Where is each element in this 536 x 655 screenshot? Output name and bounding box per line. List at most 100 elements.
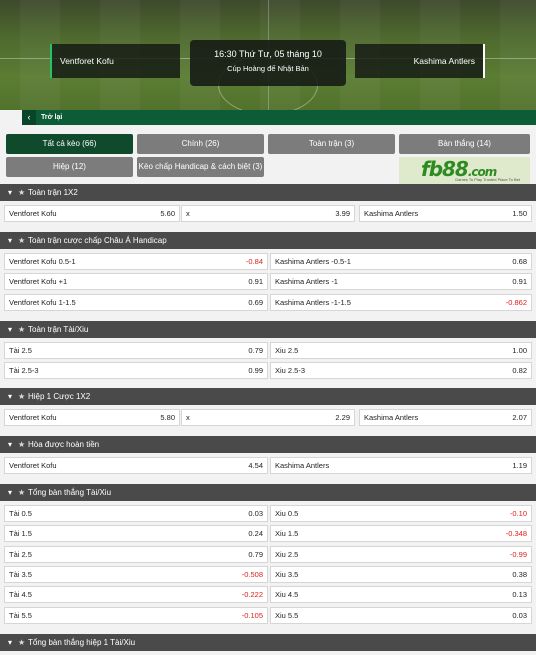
odds-value: 0.24 xyxy=(248,529,263,539)
odds-value: 2.29 xyxy=(335,413,350,422)
odds-cell[interactable]: Kashima Antlers 2.07 xyxy=(359,409,532,426)
away-team-name: Kashima Antlers xyxy=(413,56,475,66)
market-title: Toàn trận 1X2 xyxy=(28,188,78,197)
odds-cell[interactable]: x 3.99 xyxy=(181,205,355,222)
odds-cell[interactable]: Kashima Antlers -0.5-1 0.68 xyxy=(270,253,532,270)
odds-cell[interactable]: Xiu 2.5 1.00 xyxy=(270,342,532,359)
match-info: 16:30 Thứ Tư, 05 tháng 10 Cúp Hoàng đế N… xyxy=(190,40,346,86)
odds-cell[interactable]: Xiu 1.5 -0.348 xyxy=(270,525,532,543)
collapse-icon[interactable]: ▾ xyxy=(8,232,18,249)
selection-label: Xiu 5.5 xyxy=(275,610,299,620)
odds-cell[interactable]: Tài 3.5 -0.508 xyxy=(4,565,268,583)
odds-value: 0.99 xyxy=(248,366,263,376)
odds-value: 0.03 xyxy=(248,509,263,518)
market-title: Toàn trận cược chấp Châu Á Handicap xyxy=(28,236,167,245)
star-icon[interactable]: ★ xyxy=(18,232,28,249)
odds-cell[interactable]: Tài 5.5 -0.105 xyxy=(4,606,268,624)
tab-half[interactable]: Hiệp (12) xyxy=(6,157,133,177)
selection-label: Kashima Antlers xyxy=(275,461,330,470)
market-header[interactable]: ▾ ★ Toàn trận 1X2 xyxy=(0,184,536,201)
odds-cell[interactable]: Kashima Antlers -1-1.5 -0.862 xyxy=(270,293,532,311)
odds-value: -0.105 xyxy=(241,610,263,620)
selection-label: Ventforet Kofu xyxy=(9,209,57,218)
odds-value: 2.07 xyxy=(512,413,527,422)
tab-main[interactable]: Chính (26) xyxy=(137,134,264,154)
odds-cell[interactable]: Ventforet Kofu +1 0.91 xyxy=(4,273,268,291)
odds-value: 0.68 xyxy=(512,257,527,266)
tab-goals[interactable]: Bàn thắng (14) xyxy=(399,134,530,154)
collapse-icon[interactable]: ▾ xyxy=(8,321,18,338)
tab-all[interactable]: Tất cả kèo (66) xyxy=(6,134,133,154)
selection-label: x xyxy=(186,413,190,422)
odds-cell[interactable]: Xiu 3.5 0.38 xyxy=(270,565,532,583)
market-header[interactable]: ▾ ★ Hiệp 1 Cược 1X2 xyxy=(0,388,536,405)
selection-label: Ventforet Kofu xyxy=(9,413,57,422)
tab-handicap[interactable]: Kèo chấp Handicap & cách biệt (3) xyxy=(137,157,264,177)
collapse-icon[interactable]: ▾ xyxy=(8,634,18,651)
selection-label: Xiu 0.5 xyxy=(275,509,299,518)
odds-value: 0.13 xyxy=(512,590,527,600)
star-icon[interactable]: ★ xyxy=(18,634,28,651)
odds-value: 5.60 xyxy=(160,209,175,218)
odds-cell[interactable]: Kashima Antlers 1.50 xyxy=(359,205,532,222)
selection-label: Ventforet Kofu 0.5-1 xyxy=(9,257,76,266)
star-icon[interactable]: ★ xyxy=(18,388,28,405)
odds-cell[interactable]: x 2.29 xyxy=(181,409,355,426)
collapse-icon[interactable]: ▾ xyxy=(8,484,18,501)
odds-value: 5.80 xyxy=(160,413,175,422)
selection-label: Kashima Antlers -1-1.5 xyxy=(275,297,351,307)
collapse-icon[interactable]: ▾ xyxy=(8,436,18,453)
odds-cell[interactable]: Ventforet Kofu 1-1.5 0.69 xyxy=(4,293,268,311)
odds-cell[interactable]: Kashima Antlers 1.19 xyxy=(270,457,532,474)
market-title: Toàn trận Tài/Xiu xyxy=(28,325,89,334)
collapse-icon[interactable]: ▾ xyxy=(8,184,18,201)
selection-label: Xiu 1.5 xyxy=(275,529,299,539)
odds-cell[interactable]: Kashima Antlers -1 0.91 xyxy=(270,273,532,291)
back-bar[interactable] xyxy=(22,110,536,125)
market-header[interactable]: ▾ ★ Tổng bàn thắng hiệp 1 Tài/Xiu xyxy=(0,634,536,651)
odds-cell[interactable]: Ventforet Kofu 4.54 xyxy=(4,457,268,474)
odds-value: 0.69 xyxy=(248,297,263,307)
odds-value: -0.99 xyxy=(509,549,527,559)
odds-cell[interactable]: Tài 4.5 -0.222 xyxy=(4,586,268,604)
odds-cell[interactable]: Tài 2.5-3 0.99 xyxy=(4,362,268,380)
selection-label: x xyxy=(186,209,190,218)
market-title: Hiệp 1 Cược 1X2 xyxy=(28,392,91,401)
selection-label: Ventforet Kofu +1 xyxy=(9,277,68,287)
odds-cell[interactable]: Ventforet Kofu 5.80 xyxy=(4,409,180,426)
star-icon[interactable]: ★ xyxy=(18,184,28,201)
odds-cell[interactable]: Tài 2.5 0.79 xyxy=(4,545,268,563)
odds-cell[interactable]: Tài 1.5 0.24 xyxy=(4,525,268,543)
odds-value: 4.54 xyxy=(248,461,263,470)
selection-label: Tài 2.5 xyxy=(9,346,32,355)
back-button[interactable]: Trở lại xyxy=(41,110,62,125)
star-icon[interactable]: ★ xyxy=(18,484,28,501)
fb88-promo-banner[interactable]: fb88.com Games To Play Trusted Place To … xyxy=(399,157,530,185)
odds-cell[interactable]: Xiu 5.5 0.03 xyxy=(270,606,532,624)
odds-cell[interactable]: Tài 0.5 0.03 xyxy=(4,505,268,522)
tab-full-match[interactable]: Toàn trận (3) xyxy=(268,134,395,154)
odds-cell[interactable]: Ventforet Kofu 5.60 xyxy=(4,205,180,222)
odds-cell[interactable]: Xiu 0.5 -0.10 xyxy=(270,505,532,522)
market-header[interactable]: ▾ ★ Toàn trận Tài/Xiu xyxy=(0,321,536,338)
star-icon[interactable]: ★ xyxy=(18,436,28,453)
odds-cell[interactable]: Xiu 4.5 0.13 xyxy=(270,586,532,604)
market-header[interactable]: ▾ ★ Hòa được hoàn tiền xyxy=(0,436,536,453)
odds-cell[interactable]: Ventforet Kofu 0.5-1 -0.84 xyxy=(4,253,268,270)
selection-label: Tài 2.5-3 xyxy=(9,366,39,376)
odds-cell[interactable]: Xiu 2.5 -0.99 xyxy=(270,545,532,563)
selection-label: Kashima Antlers -1 xyxy=(275,277,338,287)
chevron-left-icon[interactable]: ‹ xyxy=(22,110,36,125)
market-header[interactable]: ▾ ★ Tổng bàn thắng Tài/Xiu xyxy=(0,484,536,501)
selection-label: Ventforet Kofu 1-1.5 xyxy=(9,297,76,307)
market-header[interactable]: ▾ ★ Toàn trận cược chấp Châu Á Handicap xyxy=(0,232,536,249)
collapse-icon[interactable]: ▾ xyxy=(8,388,18,405)
odds-cell[interactable]: Xiu 2.5-3 0.82 xyxy=(270,362,532,380)
market-title: Tổng bàn thắng Tài/Xiu xyxy=(28,488,112,497)
odds-value: 0.38 xyxy=(512,569,527,579)
odds-cell[interactable]: Tài 2.5 0.79 xyxy=(4,342,268,359)
odds-value: 0.91 xyxy=(248,277,263,287)
away-team: Kashima Antlers xyxy=(355,44,485,78)
odds-value: 0.82 xyxy=(512,366,527,376)
star-icon[interactable]: ★ xyxy=(18,321,28,338)
